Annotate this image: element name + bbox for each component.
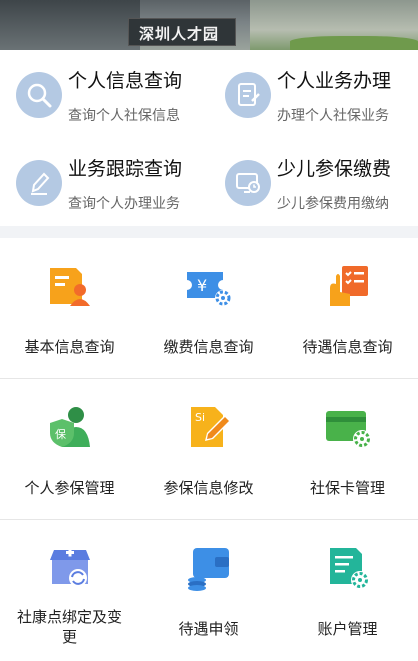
- quick-link-title: 业务跟踪查询: [68, 158, 183, 180]
- quick-link-subtitle: 少儿参保费用缴纳: [277, 196, 389, 212]
- banner-sign-text: 深圳人才园: [139, 25, 220, 43]
- quick-link-subtitle: 办理个人社保业务: [277, 108, 389, 124]
- pencil-icon: [16, 160, 62, 206]
- document-edit-icon: [225, 72, 271, 118]
- quick-link-business-tracking[interactable]: 业务跟踪查询 查询个人办理业务: [0, 138, 209, 226]
- service-label: 基本信息查询: [24, 338, 115, 356]
- service-label: 个人参保管理: [24, 479, 115, 497]
- service-label: 待遇申领: [178, 620, 239, 638]
- wallet-coins-icon: [185, 544, 233, 592]
- svg-text:Si: Si: [195, 411, 205, 424]
- profile-card-icon: [46, 262, 94, 310]
- service-personal-insurance[interactable]: 保 个人参保管理: [0, 379, 139, 520]
- hand-checklist-icon: [324, 262, 372, 310]
- quick-link-title: 个人信息查询: [68, 70, 183, 92]
- card-gear-icon: [324, 403, 372, 451]
- service-account-management[interactable]: 账户管理: [278, 520, 417, 661]
- service-benefit-info[interactable]: 待遇信息查询: [278, 238, 417, 379]
- service-label: 参保信息修改: [163, 479, 254, 497]
- quick-link-title: 个人业务办理: [277, 70, 392, 92]
- insured-person-icon: 保: [46, 403, 94, 451]
- quick-link-child-insurance[interactable]: 少儿参保缴费 少儿参保费用缴纳: [209, 138, 418, 226]
- monitor-clock-icon: [225, 160, 271, 206]
- banner-building-left: [0, 0, 140, 50]
- quick-link-subtitle: 查询个人办理业务: [68, 196, 180, 212]
- service-label: 社保卡管理: [309, 479, 385, 497]
- magnifier-icon: [16, 72, 62, 118]
- quick-links-panel: 个人信息查询 查询个人社保信息 个人业务办理 办理个人社保业务 业务跟踪查询 查…: [0, 50, 418, 226]
- service-grid: 基本信息查询 ¥ 缴费信息查询 待遇信息查询 保 个人参保管理 Si 参保信息修…: [0, 238, 418, 659]
- payment-ticket-icon: ¥: [185, 262, 233, 310]
- service-basic-info[interactable]: 基本信息查询: [0, 238, 139, 379]
- banner-image: 深圳人才园: [0, 0, 418, 50]
- service-label: 待遇信息查询: [302, 338, 393, 356]
- si-document-edit-icon: Si: [185, 403, 233, 451]
- service-clinic-binding[interactable]: 社康点绑定及变更: [0, 520, 139, 661]
- banner-sign: 深圳人才园: [128, 18, 236, 46]
- svg-text:保: 保: [55, 427, 66, 441]
- service-label: 社康点绑定及变更: [16, 608, 122, 646]
- banner-greenery: [290, 36, 418, 50]
- service-label: 账户管理: [317, 620, 378, 638]
- service-payment-info[interactable]: ¥ 缴费信息查询: [139, 238, 278, 379]
- service-insurance-edit[interactable]: Si 参保信息修改: [139, 379, 278, 520]
- quick-link-personal-info[interactable]: 个人信息查询 查询个人社保信息: [0, 50, 209, 138]
- svg-text:¥: ¥: [197, 276, 207, 295]
- clinic-refresh-icon: [46, 544, 94, 592]
- account-gear-icon: [324, 544, 372, 592]
- section-divider: [0, 226, 418, 238]
- quick-link-title: 少儿参保缴费: [277, 158, 392, 180]
- quick-link-subtitle: 查询个人社保信息: [68, 108, 180, 124]
- service-card-management[interactable]: 社保卡管理: [278, 379, 417, 520]
- quick-link-personal-business[interactable]: 个人业务办理 办理个人社保业务: [209, 50, 418, 138]
- service-benefit-claim[interactable]: 待遇申领: [139, 520, 278, 661]
- service-label: 缴费信息查询: [163, 338, 254, 356]
